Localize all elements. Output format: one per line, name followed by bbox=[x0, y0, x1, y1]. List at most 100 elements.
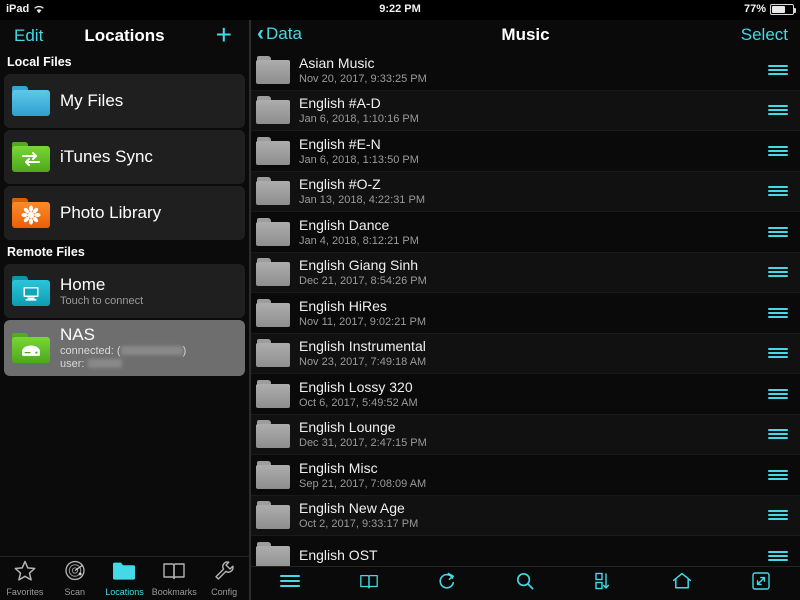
sidebar-item-label: Photo Library bbox=[60, 203, 162, 222]
file-date: Nov 20, 2017, 9:33:25 PM bbox=[299, 72, 427, 85]
file-date: Nov 11, 2017, 9:02:21 PM bbox=[299, 315, 426, 328]
tab-label: Favorites bbox=[6, 587, 44, 597]
sidebar-navbar: Edit Locations + bbox=[0, 20, 249, 52]
star-icon bbox=[14, 560, 36, 586]
sort-icon bbox=[595, 572, 613, 595]
folder-icon bbox=[256, 258, 290, 287]
hamburger-reorder-icon[interactable] bbox=[768, 550, 788, 561]
toolbar-bookmarks-button[interactable] bbox=[329, 573, 407, 595]
hamburger-reorder-icon[interactable] bbox=[768, 145, 788, 156]
tab-scan[interactable]: Scan bbox=[50, 557, 100, 600]
plus-icon[interactable]: + bbox=[216, 21, 232, 49]
folder-icon bbox=[256, 339, 290, 368]
toolbar-home-button[interactable] bbox=[643, 572, 721, 595]
toolbar-search-button[interactable] bbox=[486, 572, 564, 595]
file-name: English Misc bbox=[299, 459, 378, 476]
file-date: Jan 6, 2018, 1:10:16 PM bbox=[299, 113, 419, 126]
sidebar-item-photo-library[interactable]: Photo Library bbox=[4, 186, 245, 240]
folder-icon bbox=[256, 55, 290, 84]
tab-locations[interactable]: Locations bbox=[100, 557, 150, 600]
tab-config[interactable]: Config bbox=[199, 557, 249, 600]
folder-icon bbox=[112, 561, 136, 586]
sidebar-title: Locations bbox=[84, 26, 165, 45]
table-row[interactable]: English OST bbox=[251, 536, 800, 569]
folder-icon bbox=[256, 177, 290, 206]
select-button[interactable]: Select bbox=[741, 25, 788, 45]
toolbar-sort-button[interactable] bbox=[565, 572, 643, 595]
file-date: Dec 31, 2017, 2:47:15 PM bbox=[299, 437, 427, 450]
file-name: English Instrumental bbox=[299, 338, 426, 355]
sidebar-item-nas[interactable]: NAS connected: () user: bbox=[4, 320, 245, 376]
table-row[interactable]: English Instrumental Nov 23, 2017, 7:49:1… bbox=[251, 333, 800, 374]
tab-bookmarks[interactable]: Bookmarks bbox=[149, 557, 199, 600]
folder-icon bbox=[256, 96, 290, 125]
blue-folder-icon bbox=[12, 86, 50, 116]
hamburger-reorder-icon[interactable] bbox=[768, 348, 788, 359]
list-menu-icon bbox=[280, 574, 301, 593]
sidebar-item-label: Home bbox=[60, 274, 106, 294]
sidebar-item-home[interactable]: Home Touch to connect bbox=[4, 264, 245, 318]
battery-percent-label: 77% bbox=[743, 3, 766, 15]
file-name: English Giang Sinh bbox=[299, 257, 419, 274]
table-row[interactable]: English #E-N Jan 6, 2018, 1:13:50 PM bbox=[251, 131, 800, 172]
table-row[interactable]: English #A-D Jan 6, 2018, 1:10:16 PM bbox=[251, 90, 800, 131]
toolbar-refresh-button[interactable] bbox=[408, 572, 486, 596]
file-date: Oct 2, 2017, 9:33:17 PM bbox=[299, 518, 419, 531]
toolbar-list-menu-button[interactable] bbox=[251, 574, 329, 593]
table-row[interactable]: English Giang Sinh Dec 21, 2017, 8:54:26 … bbox=[251, 252, 800, 293]
expand-icon bbox=[752, 572, 770, 595]
hamburger-reorder-icon[interactable] bbox=[768, 105, 788, 116]
status-bar-right: 77% bbox=[743, 3, 796, 15]
sidebar-item-label: iTunes Sync bbox=[60, 147, 153, 166]
status-bar-time: 9:22 PM bbox=[379, 3, 421, 15]
teal-computer-folder-icon bbox=[12, 276, 50, 306]
app-root: iPad 9:22 PM 77% Edit Locations + Local … bbox=[0, 0, 800, 600]
folder-icon bbox=[256, 541, 290, 569]
file-date: Dec 21, 2017, 8:54:26 PM bbox=[299, 275, 427, 288]
file-list[interactable]: Asian Music Nov 20, 2017, 9:33:25 PM Engli… bbox=[251, 50, 800, 569]
sidebar: Edit Locations + Local Files My Files iT… bbox=[0, 20, 249, 600]
folder-icon bbox=[256, 136, 290, 165]
wrench-icon bbox=[213, 560, 235, 586]
table-row[interactable]: Asian Music Nov 20, 2017, 9:33:25 PM bbox=[251, 50, 800, 91]
search-icon bbox=[516, 572, 534, 595]
book-icon bbox=[162, 561, 186, 586]
file-date: Oct 6, 2017, 5:49:52 AM bbox=[299, 396, 418, 409]
orange-photo-folder-icon bbox=[12, 198, 50, 228]
table-row[interactable]: English Dance Jan 4, 2018, 8:12:21 PM bbox=[251, 212, 800, 253]
book-icon bbox=[359, 573, 379, 595]
table-row[interactable]: English Misc Sep 21, 2017, 7:08:09 AM bbox=[251, 455, 800, 496]
user-name-redacted bbox=[87, 359, 122, 368]
hamburger-reorder-icon[interactable] bbox=[768, 429, 788, 440]
folder-icon bbox=[256, 460, 290, 489]
file-name: English #A-D bbox=[299, 95, 381, 112]
file-date: Jan 13, 2018, 4:22:31 PM bbox=[299, 194, 425, 207]
table-row[interactable]: English #O-Z Jan 13, 2018, 4:22:31 PM bbox=[251, 171, 800, 212]
sidebar-tabbar: Favorites Scan Locations Bookmarks Confi… bbox=[0, 556, 249, 600]
tab-favorites[interactable]: Favorites bbox=[0, 557, 50, 600]
tab-label: Locations bbox=[105, 586, 144, 597]
hamburger-reorder-icon[interactable] bbox=[768, 226, 788, 237]
hamburger-reorder-icon[interactable] bbox=[768, 307, 788, 318]
toolbar-expand-button[interactable] bbox=[722, 572, 800, 595]
page-title: Music bbox=[501, 25, 550, 44]
battery-icon bbox=[770, 3, 796, 15]
table-row[interactable]: English Lounge Dec 31, 2017, 2:47:15 PM bbox=[251, 414, 800, 455]
sidebar-item-my-files[interactable]: My Files bbox=[4, 74, 245, 128]
sidebar-item-itunes-sync[interactable]: iTunes Sync bbox=[4, 130, 245, 184]
folder-icon bbox=[256, 298, 290, 327]
hamburger-reorder-icon[interactable] bbox=[768, 388, 788, 399]
file-name: English New Age bbox=[299, 500, 405, 517]
hamburger-reorder-icon[interactable] bbox=[768, 267, 788, 278]
sidebar-item-label: NAS bbox=[60, 325, 95, 344]
hamburger-reorder-icon[interactable] bbox=[768, 64, 788, 75]
hamburger-reorder-icon[interactable] bbox=[768, 510, 788, 521]
hamburger-reorder-icon[interactable] bbox=[768, 469, 788, 480]
file-name: English Lossy 320 bbox=[299, 378, 413, 395]
hamburger-reorder-icon[interactable] bbox=[768, 186, 788, 197]
table-row[interactable]: English New Age Oct 2, 2017, 9:33:17 PM bbox=[251, 495, 800, 536]
table-row[interactable]: English Lossy 320 Oct 6, 2017, 5:49:52 AM bbox=[251, 374, 800, 415]
sidebar-item-user-line: user: bbox=[60, 358, 186, 371]
file-name: Asian Music bbox=[299, 54, 375, 71]
table-row[interactable]: English HiRes Nov 11, 2017, 9:02:21 PM bbox=[251, 293, 800, 334]
